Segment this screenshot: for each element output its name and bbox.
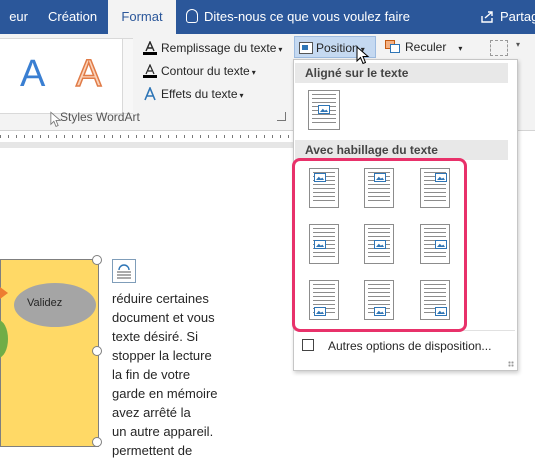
body-text-line: stopper la lecture [112,348,212,363]
layout-options-icon [117,264,131,279]
ribbon-tab-bar: eur Création Format Dites-nous ce que vo… [0,0,535,34]
body-text-line: réduire certaines [112,291,209,306]
orange-triangle-shape[interactable] [0,287,8,299]
chevron-down-icon: ▾ [278,45,283,54]
text-outline-icon [143,63,157,78]
gallery-scrollbar[interactable] [122,39,133,113]
position-label: Position [316,41,359,55]
body-text-line: la fin de votre [112,367,191,382]
share-label: Partag [500,9,535,24]
resize-handle[interactable] [92,346,102,356]
section-header-wrap: Avec habillage du texte [295,140,508,160]
share-icon [481,11,493,23]
tab-creation[interactable]: Création [48,0,97,34]
align-icon[interactable] [490,40,508,56]
lightbulb-icon [186,9,198,23]
horizontal-ruler [0,131,295,141]
tab-format[interactable]: Format [108,0,176,34]
layout-options-icon [302,339,314,351]
wordart-style-blue[interactable]: A [20,53,45,96]
oval-label: Validez [27,297,63,309]
tab-previous[interactable]: eur [0,0,28,34]
send-backward-button[interactable]: Reculer ▾ [385,36,462,58]
text-outline-button[interactable]: Contour du texte ▾ [143,61,256,81]
more-layout-options-label: Autres options de disposition... [328,339,492,353]
resize-handle[interactable] [92,437,102,447]
body-text-line: un autre appareil. [112,424,214,439]
send-backward-label: Reculer [405,40,447,54]
chevron-down-icon: ▾ [458,44,463,53]
text-fill-label: Remplissage du texte [161,41,277,55]
section-header-inline: Aligné sur le texte [295,63,508,83]
tell-me-text: Dites-nous ce que vous voulez faire [204,9,410,24]
chevron-down-icon: ▾ [251,68,256,77]
text-effects-button[interactable]: Effets du texte ▾ [143,84,244,104]
body-text-line: permettent de [112,443,193,458]
wordart-style-gallery[interactable]: A A [0,38,133,114]
text-effects-label: Effets du texte [161,87,238,101]
position-icon [299,42,313,54]
layout-options-button[interactable] [112,259,136,283]
chevron-down-icon[interactable]: ▾ [516,40,520,49]
position-inline-option[interactable] [308,90,340,130]
text-fill-button[interactable]: Remplissage du texte ▾ [143,38,282,58]
text-outline-label: Contour du texte [161,64,250,78]
mouse-cursor-icon [50,111,62,127]
resize-handle[interactable] [92,255,102,265]
highlight-annotation [292,158,467,332]
dialog-launcher-icon[interactable] [277,112,286,121]
mouse-cursor-icon [356,46,370,65]
body-text-line: garde en mémoire [112,386,218,401]
text-fill-icon [143,40,157,55]
resize-grip-icon[interactable] [508,361,514,367]
group-label-wordart-styles: Styles WordArt [60,110,140,124]
chevron-down-icon: ▾ [239,91,244,100]
body-text-line: document et vous [112,310,215,325]
more-layout-options-item[interactable]: Autres options de disposition... [294,330,515,362]
body-text-line: avez arrêté la [112,405,191,420]
share-button[interactable]: Partag [480,0,535,34]
body-text-line: texte désiré. Si [112,329,198,344]
wordart-style-orange-outline[interactable]: A [75,52,102,96]
send-backward-icon [385,40,400,53]
tell-me-box[interactable]: Dites-nous ce que vous voulez faire [186,0,410,34]
text-effects-icon [143,85,157,101]
